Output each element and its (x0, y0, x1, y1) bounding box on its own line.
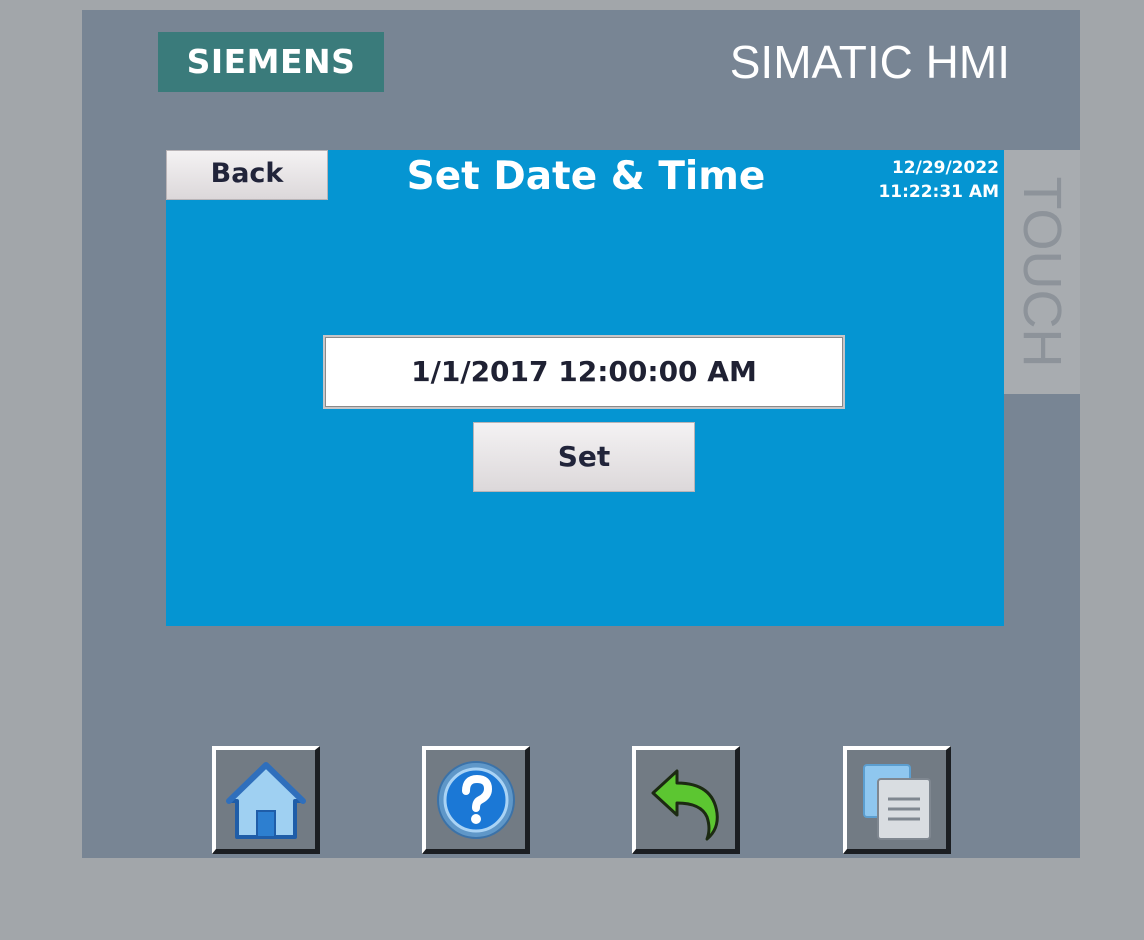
system-clock: 12/29/2022 11:22:31 AM (878, 156, 999, 204)
touch-label: TOUCH (1012, 176, 1072, 368)
help-function-key[interactable] (422, 746, 530, 854)
device-model-label: SIMATIC HMI (729, 36, 1010, 88)
set-button[interactable]: Set (473, 422, 695, 492)
screens-icon (863, 764, 931, 840)
touch-side-strip: TOUCH (1004, 150, 1080, 394)
home-function-key[interactable] (212, 746, 320, 854)
return-arrow-icon (651, 769, 719, 841)
clock-date: 12/29/2022 (891, 158, 999, 178)
home-icon (226, 762, 306, 839)
help-icon (437, 761, 515, 839)
page-title: Set Date & Time (406, 154, 766, 199)
back-button[interactable]: Back (166, 150, 328, 200)
hmi-screen: Back Set Date & Time 12/29/2022 11:22:31… (166, 150, 1004, 626)
screens-function-key[interactable] (843, 746, 951, 854)
clock-time: 11:22:31 AM (878, 182, 999, 202)
datetime-input[interactable]: 1/1/2017 12:00:00 AM (323, 335, 845, 409)
siemens-logo: SIEMENS (158, 32, 384, 92)
return-function-key[interactable] (632, 746, 740, 854)
